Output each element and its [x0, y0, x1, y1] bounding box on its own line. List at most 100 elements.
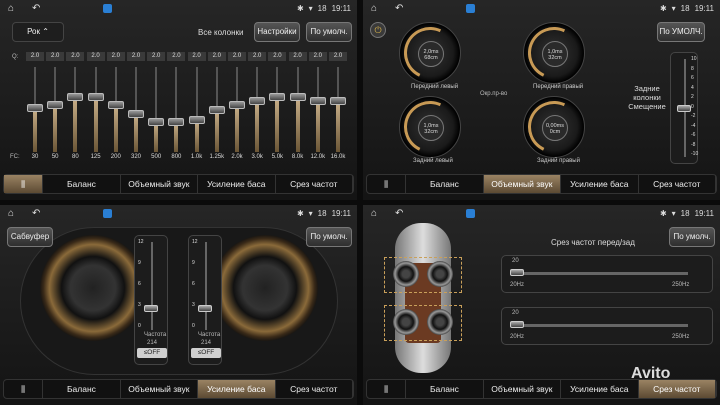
home-icon[interactable]: ⌂: [8, 208, 14, 219]
eq-knob[interactable]: [289, 93, 306, 101]
eq-knob[interactable]: [107, 101, 124, 109]
tab-surround[interactable]: Объемный звук: [484, 380, 562, 398]
tab-bass[interactable]: Усиление баса: [561, 175, 639, 193]
tab-surround[interactable]: Объемный звук: [121, 175, 199, 193]
tab-crossover[interactable]: Срез частот: [639, 175, 716, 193]
eq-knob[interactable]: [168, 118, 185, 126]
default-button[interactable]: По умолч.: [669, 227, 715, 247]
subwoofer-button[interactable]: Сабвуфер: [7, 227, 53, 247]
eq-q-value[interactable]: 2.0: [46, 52, 65, 61]
back-icon[interactable]: ↶: [32, 3, 40, 14]
status-bar: ⌂ ↶ ✱ ▾ 18 19:11: [363, 0, 720, 18]
knob-front-left[interactable]: 2,0ms 68cm: [396, 19, 464, 87]
rear-offset-slider[interactable]: 10 8 6 4 2 0 -2 -4 -6 -8 -10: [670, 52, 698, 164]
tab-equalizer[interactable]: ⫼: [367, 380, 407, 398]
front-crossover-slider[interactable]: 20 20Hz 250Hz: [501, 255, 713, 293]
knob-rear-right[interactable]: 0,00ms 0cm: [520, 93, 588, 161]
tab-balance[interactable]: Баланс: [43, 175, 121, 193]
equalizer-icon: ⫼: [21, 384, 26, 394]
tab-equalizer[interactable]: ⫼: [4, 380, 44, 398]
tab-surround[interactable]: Объемный звук: [483, 175, 562, 193]
tab-balance[interactable]: Баланс: [406, 380, 484, 398]
eq-q-value[interactable]: 2.0: [26, 52, 44, 61]
rear-crossover-slider[interactable]: 20 20Hz 250Hz: [501, 307, 713, 345]
home-icon[interactable]: ⌂: [371, 208, 377, 219]
bass-knob-left[interactable]: [144, 305, 158, 312]
eq-knob[interactable]: [67, 93, 84, 101]
tab-balance[interactable]: Баланс: [43, 380, 121, 398]
eq-knob[interactable]: [208, 106, 225, 114]
wifi-icon: ▾: [671, 4, 676, 13]
settings-button[interactable]: Настройки: [254, 22, 300, 42]
eq-q-value[interactable]: 2.0: [308, 52, 327, 61]
tab-bass[interactable]: Усиление баса: [198, 175, 276, 193]
app-icon[interactable]: [466, 4, 475, 13]
default-button[interactable]: По умолч.: [306, 227, 352, 247]
bass-knob-right[interactable]: [198, 305, 212, 312]
default-button[interactable]: По УМОЛЧ.: [657, 22, 705, 42]
eq-q-value[interactable]: 2.0: [167, 52, 186, 61]
tab-equalizer[interactable]: ⫼: [4, 175, 44, 193]
eq-q-value[interactable]: 2.0: [147, 52, 166, 61]
front-cutoff-knob[interactable]: [510, 269, 524, 276]
eq-knob[interactable]: [269, 93, 286, 101]
rear-offset-knob[interactable]: [677, 105, 691, 112]
eq-knob[interactable]: [249, 97, 266, 105]
bluetooth-icon: ✱: [659, 4, 667, 13]
eq-q-value[interactable]: 2.0: [288, 52, 307, 61]
bass-slider-left[interactable]: Частота 214 ≤OFF: [134, 235, 168, 365]
bass-slider-right[interactable]: Частота 214 ≤OFF: [188, 235, 222, 365]
eq-knob[interactable]: [309, 97, 326, 105]
offset-tick: -10: [691, 151, 699, 157]
app-icon[interactable]: [103, 209, 112, 218]
preset-dropdown[interactable]: Рок ⌃: [12, 22, 64, 42]
eq-knob[interactable]: [128, 110, 144, 118]
freq-label: Частота: [144, 332, 167, 338]
bass-switch-right[interactable]: ≤OFF: [191, 348, 221, 358]
eq-knob[interactable]: [87, 93, 104, 101]
default-button[interactable]: По умолч.: [306, 22, 352, 42]
tab-bass[interactable]: Усиление баса: [198, 380, 276, 398]
eq-q-value[interactable]: 2.0: [207, 52, 226, 61]
eq-q-value[interactable]: 2.0: [268, 52, 287, 61]
eq-q-value[interactable]: 2.0: [187, 52, 206, 61]
tab-equalizer[interactable]: ⫼: [367, 175, 407, 193]
knob-front-right[interactable]: 1,0ms 32cm: [520, 19, 588, 87]
tab-bass[interactable]: Усиление баса: [561, 380, 639, 398]
bass-switch-left[interactable]: ≤OFF: [137, 348, 167, 358]
home-icon[interactable]: ⌂: [371, 3, 377, 14]
eq-q-value[interactable]: 2.0: [66, 52, 85, 61]
knob-rear-left[interactable]: 1,0ms 32cm: [396, 93, 464, 161]
rear-cutoff-knob[interactable]: [510, 321, 524, 328]
eq-q-value[interactable]: 2.0: [248, 52, 267, 61]
eq-knob[interactable]: [229, 101, 245, 109]
tab-bar: ⫼ Баланс Объемный звук Усиление баса Сре…: [366, 379, 717, 399]
eq-q-value[interactable]: 2.0: [228, 52, 246, 61]
tab-balance[interactable]: Баланс: [406, 175, 484, 193]
power-icon[interactable]: ⏻: [370, 22, 386, 38]
eq-q-value[interactable]: 2.0: [86, 52, 105, 61]
eq-knob[interactable]: [148, 118, 165, 126]
eq-knob[interactable]: [47, 101, 64, 109]
tab-crossover[interactable]: Срез частот: [276, 380, 353, 398]
app-icon[interactable]: [103, 4, 112, 13]
eq-knob[interactable]: [27, 104, 43, 112]
wifi-icon: ▾: [671, 209, 676, 218]
bass-tick: 6: [138, 281, 141, 287]
back-icon[interactable]: ↶: [395, 3, 403, 14]
tab-surround[interactable]: Объемный звук: [121, 380, 199, 398]
eq-q-value[interactable]: 2.0: [106, 52, 125, 61]
home-icon[interactable]: ⌂: [8, 3, 14, 14]
eq-knob[interactable]: [330, 97, 346, 105]
eq-knob[interactable]: [188, 116, 205, 124]
back-icon[interactable]: ↶: [395, 208, 403, 219]
back-icon[interactable]: ↶: [32, 208, 40, 219]
eq-q-value[interactable]: 2.0: [329, 52, 347, 61]
freq-value: 214: [201, 340, 212, 346]
app-icon[interactable]: [466, 209, 475, 218]
eq-band[interactable]: 2.0 16.0k: [328, 52, 348, 172]
tab-crossover[interactable]: Срез частот: [276, 175, 353, 193]
tab-crossover[interactable]: Срез частот: [638, 380, 716, 398]
eq-q-value[interactable]: 2.0: [127, 52, 145, 61]
bass-tick: 9: [192, 260, 195, 266]
